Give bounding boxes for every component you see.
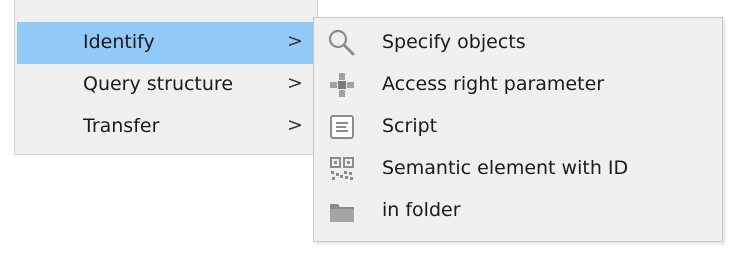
submenu-item-label: Semantic element with ID (382, 157, 629, 179)
submenu-item-script[interactable]: Script (315, 106, 721, 148)
submenu-arrow-icon: > (287, 72, 303, 94)
submenu-arrow-icon: > (287, 30, 303, 52)
menu-item-identify[interactable]: Identify > (17, 22, 315, 64)
script-icon (327, 112, 357, 142)
screen: Identify > Query structure > Transfer > … (0, 0, 735, 269)
menu-item-transfer[interactable]: Transfer > (17, 106, 315, 148)
menu-item-label: Query structure (83, 73, 234, 95)
submenu-item-label: Specify objects (382, 31, 526, 53)
menu-item-label: Identify (83, 31, 155, 53)
submenu-item-label: Access right parameter (382, 73, 605, 95)
search-icon (327, 28, 357, 58)
folder-icon (327, 196, 357, 226)
identify-submenu: Specify objects Access right parameter S… (313, 17, 723, 242)
menu-item-query-structure[interactable]: Query structure > (17, 64, 315, 106)
submenu-item-semantic-element[interactable]: Semantic element with ID (315, 148, 721, 190)
submenu-item-specify-objects[interactable]: Specify objects (315, 22, 721, 64)
submenu-arrow-icon: > (287, 114, 303, 136)
qr-code-icon (327, 154, 357, 184)
submenu-item-in-folder[interactable]: in folder (315, 190, 721, 232)
access-right-icon (327, 70, 357, 100)
submenu-item-access-right-parameter[interactable]: Access right parameter (315, 64, 721, 106)
context-menu: Identify > Query structure > Transfer > (14, 0, 318, 155)
submenu-item-label: Script (382, 115, 438, 137)
menu-item-label: Transfer (83, 115, 160, 137)
submenu-item-label: in folder (382, 199, 461, 221)
